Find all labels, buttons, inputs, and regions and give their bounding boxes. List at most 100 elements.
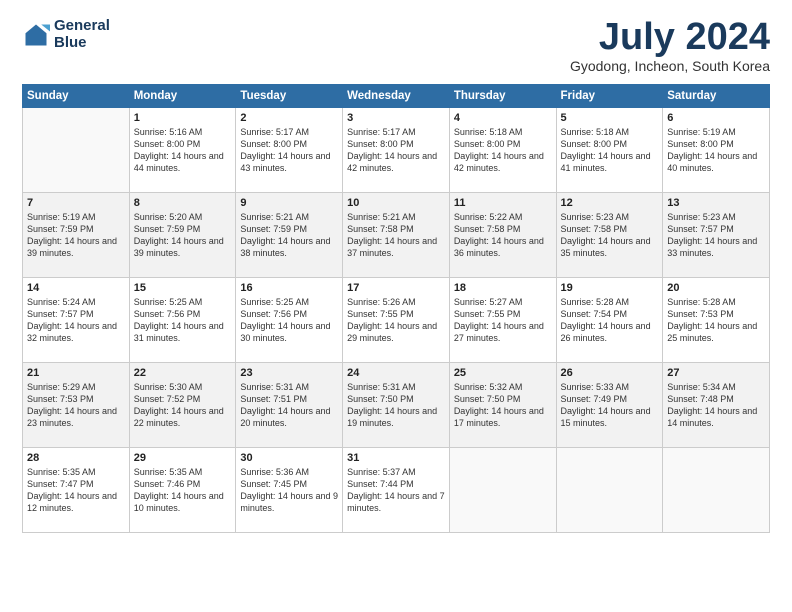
day-number: 4 <box>454 112 552 124</box>
cell-w3-d7: 20 Sunrise: 5:28 AMSunset: 7:53 PMDayligh… <box>663 278 770 363</box>
day-info: Sunrise: 5:35 AMSunset: 7:47 PMDaylight:… <box>27 466 125 515</box>
day-number: 8 <box>134 197 232 209</box>
week-row-3: 14 Sunrise: 5:24 AMSunset: 7:57 PMDayligh… <box>23 278 770 363</box>
day-number: 7 <box>27 197 125 209</box>
day-info: Sunrise: 5:21 AMSunset: 7:58 PMDaylight:… <box>347 211 445 260</box>
day-info: Sunrise: 5:23 AMSunset: 7:58 PMDaylight:… <box>561 211 659 260</box>
day-number: 6 <box>667 112 765 124</box>
logo-line1: General <box>54 18 110 35</box>
header: General Blue July 2024 Gyodong, Incheon,… <box>22 18 770 74</box>
day-info: Sunrise: 5:28 AMSunset: 7:54 PMDaylight:… <box>561 296 659 345</box>
day-number: 1 <box>134 112 232 124</box>
day-info: Sunrise: 5:29 AMSunset: 7:53 PMDaylight:… <box>27 381 125 430</box>
cell-w5-d6 <box>556 448 663 533</box>
day-info: Sunrise: 5:19 AMSunset: 7:59 PMDaylight:… <box>27 211 125 260</box>
cell-w5-d2: 29 Sunrise: 5:35 AMSunset: 7:46 PMDayligh… <box>129 448 236 533</box>
cell-w4-d1: 21 Sunrise: 5:29 AMSunset: 7:53 PMDayligh… <box>23 363 130 448</box>
day-number: 10 <box>347 197 445 209</box>
day-number: 3 <box>347 112 445 124</box>
cell-w2-d1: 7 Sunrise: 5:19 AMSunset: 7:59 PMDaylight… <box>23 193 130 278</box>
day-info: Sunrise: 5:37 AMSunset: 7:44 PMDaylight:… <box>347 466 445 515</box>
cell-w2-d7: 13Sunrise: 5:23 AMSunset: 7:57 PMDayligh… <box>663 193 770 278</box>
cell-w1-d1 <box>23 108 130 193</box>
day-info: Sunrise: 5:21 AMSunset: 7:59 PMDaylight:… <box>240 211 338 260</box>
day-number: 15 <box>134 282 232 294</box>
cell-w2-d2: 8 Sunrise: 5:20 AMSunset: 7:59 PMDaylight… <box>129 193 236 278</box>
cell-w4-d3: 23 Sunrise: 5:31 AMSunset: 7:51 PMDayligh… <box>236 363 343 448</box>
day-info: Sunrise: 5:32 AMSunset: 7:50 PMDaylight:… <box>454 381 552 430</box>
day-info: Sunrise: 5:25 AMSunset: 7:56 PMDaylight:… <box>240 296 338 345</box>
day-info: Sunrise: 5:34 AMSunset: 7:48 PMDaylight:… <box>667 381 765 430</box>
day-info: Sunrise: 5:17 AMSunset: 8:00 PMDaylight:… <box>240 126 338 175</box>
day-number: 12 <box>561 197 659 209</box>
cell-w3-d5: 18Sunrise: 5:27 AMSunset: 7:55 PMDayligh… <box>449 278 556 363</box>
day-number: 25 <box>454 367 552 379</box>
day-info: Sunrise: 5:17 AMSunset: 8:00 PMDaylight:… <box>347 126 445 175</box>
cell-w1-d4: 3 Sunrise: 5:17 AMSunset: 8:00 PMDaylight… <box>343 108 450 193</box>
cell-w3-d6: 19Sunrise: 5:28 AMSunset: 7:54 PMDayligh… <box>556 278 663 363</box>
header-saturday: Saturday <box>663 85 770 108</box>
day-info: Sunrise: 5:36 AMSunset: 7:45 PMDaylight:… <box>240 466 338 515</box>
cell-w3-d1: 14 Sunrise: 5:24 AMSunset: 7:57 PMDayligh… <box>23 278 130 363</box>
header-wednesday: Wednesday <box>343 85 450 108</box>
header-thursday: Thursday <box>449 85 556 108</box>
day-number: 30 <box>240 452 338 464</box>
day-number: 22 <box>134 367 232 379</box>
day-info: Sunrise: 5:16 AMSunset: 8:00 PMDaylight:… <box>134 126 232 175</box>
cell-w5-d7 <box>663 448 770 533</box>
day-number: 21 <box>27 367 125 379</box>
cell-w3-d2: 15Sunrise: 5:25 AMSunset: 7:56 PMDayligh… <box>129 278 236 363</box>
cell-w2-d5: 11 Sunrise: 5:22 AMSunset: 7:58 PMDayligh… <box>449 193 556 278</box>
cell-w3-d4: 17Sunrise: 5:26 AMSunset: 7:55 PMDayligh… <box>343 278 450 363</box>
day-number: 2 <box>240 112 338 124</box>
day-info: Sunrise: 5:22 AMSunset: 7:58 PMDaylight:… <box>454 211 552 260</box>
cell-w2-d3: 9Sunrise: 5:21 AMSunset: 7:59 PMDaylight… <box>236 193 343 278</box>
cell-w1-d7: 6 Sunrise: 5:19 AMSunset: 8:00 PMDaylight… <box>663 108 770 193</box>
week-row-1: 1 Sunrise: 5:16 AMSunset: 8:00 PMDaylight… <box>23 108 770 193</box>
cell-w4-d5: 25 Sunrise: 5:32 AMSunset: 7:50 PMDayligh… <box>449 363 556 448</box>
cell-w4-d2: 22 Sunrise: 5:30 AMSunset: 7:52 PMDayligh… <box>129 363 236 448</box>
day-info: Sunrise: 5:23 AMSunset: 7:57 PMDaylight:… <box>667 211 765 260</box>
cell-w5-d1: 28 Sunrise: 5:35 AMSunset: 7:47 PMDayligh… <box>23 448 130 533</box>
day-number: 23 <box>240 367 338 379</box>
day-info: Sunrise: 5:35 AMSunset: 7:46 PMDaylight:… <box>134 466 232 515</box>
cell-w1-d3: 2 Sunrise: 5:17 AMSunset: 8:00 PMDaylight… <box>236 108 343 193</box>
page: General Blue July 2024 Gyodong, Incheon,… <box>0 0 792 612</box>
day-info: Sunrise: 5:30 AMSunset: 7:52 PMDaylight:… <box>134 381 232 430</box>
day-number: 14 <box>27 282 125 294</box>
day-number: 29 <box>134 452 232 464</box>
day-info: Sunrise: 5:18 AMSunset: 8:00 PMDaylight:… <box>454 126 552 175</box>
calendar-table: Sunday Monday Tuesday Wednesday Thursday… <box>22 84 770 533</box>
logo-icon <box>22 21 50 49</box>
day-number: 20 <box>667 282 765 294</box>
day-number: 28 <box>27 452 125 464</box>
day-number: 27 <box>667 367 765 379</box>
cell-w1-d2: 1 Sunrise: 5:16 AMSunset: 8:00 PMDaylight… <box>129 108 236 193</box>
title-block: July 2024 Gyodong, Incheon, South Korea <box>570 18 770 74</box>
week-row-2: 7 Sunrise: 5:19 AMSunset: 7:59 PMDaylight… <box>23 193 770 278</box>
logo-line2: Blue <box>54 35 110 52</box>
cell-w2-d4: 10 Sunrise: 5:21 AMSunset: 7:58 PMDayligh… <box>343 193 450 278</box>
cell-w5-d5 <box>449 448 556 533</box>
location: Gyodong, Incheon, South Korea <box>570 58 770 74</box>
day-info: Sunrise: 5:19 AMSunset: 8:00 PMDaylight:… <box>667 126 765 175</box>
header-friday: Friday <box>556 85 663 108</box>
logo-text: General Blue <box>54 18 110 51</box>
week-row-4: 21 Sunrise: 5:29 AMSunset: 7:53 PMDayligh… <box>23 363 770 448</box>
day-number: 5 <box>561 112 659 124</box>
day-number: 11 <box>454 197 552 209</box>
cell-w3-d3: 16Sunrise: 5:25 AMSunset: 7:56 PMDayligh… <box>236 278 343 363</box>
day-number: 26 <box>561 367 659 379</box>
day-number: 24 <box>347 367 445 379</box>
header-monday: Monday <box>129 85 236 108</box>
day-info: Sunrise: 5:28 AMSunset: 7:53 PMDaylight:… <box>667 296 765 345</box>
cell-w4-d4: 24Sunrise: 5:31 AMSunset: 7:50 PMDayligh… <box>343 363 450 448</box>
day-info: Sunrise: 5:20 AMSunset: 7:59 PMDaylight:… <box>134 211 232 260</box>
week-row-5: 28 Sunrise: 5:35 AMSunset: 7:47 PMDayligh… <box>23 448 770 533</box>
day-number: 18 <box>454 282 552 294</box>
day-info: Sunrise: 5:24 AMSunset: 7:57 PMDaylight:… <box>27 296 125 345</box>
logo: General Blue <box>22 18 110 51</box>
cell-w4-d7: 27 Sunrise: 5:34 AMSunset: 7:48 PMDayligh… <box>663 363 770 448</box>
header-sunday: Sunday <box>23 85 130 108</box>
day-info: Sunrise: 5:31 AMSunset: 7:51 PMDaylight:… <box>240 381 338 430</box>
